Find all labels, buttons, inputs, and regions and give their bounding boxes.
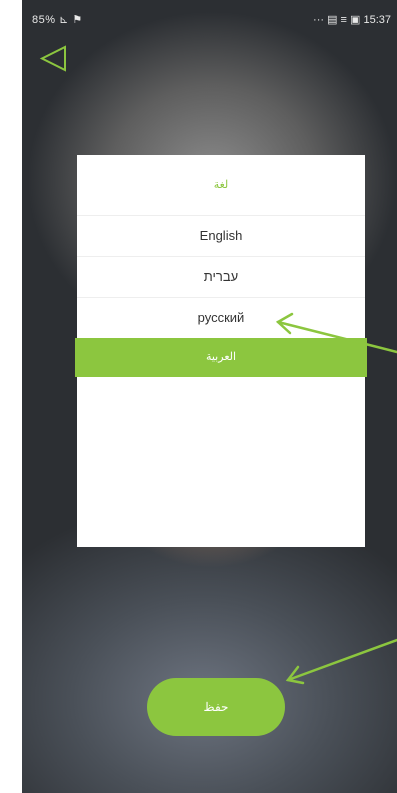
language-option-hebrew[interactable]: עברית bbox=[77, 256, 365, 297]
language-dialog: لغة English עברית русский العربية bbox=[75, 155, 367, 547]
dialog-title: لغة bbox=[213, 179, 229, 191]
language-option-russian[interactable]: русский bbox=[77, 297, 365, 338]
language-option-arabic-selected[interactable]: العربية bbox=[75, 338, 367, 377]
status-left: 85% ⊾ ⚑ bbox=[32, 14, 83, 26]
save-button[interactable]: حفظ bbox=[147, 678, 285, 736]
back-icon[interactable] bbox=[38, 42, 70, 74]
status-right-clock: ··· ▤ ≡ ▣ 15:37 bbox=[313, 14, 391, 26]
language-option-english[interactable]: English bbox=[77, 215, 365, 256]
app-screen: 85% ⊾ ⚑ ··· ▤ ≡ ▣ 15:37 لغة English עברי… bbox=[22, 0, 397, 793]
status-bar: 85% ⊾ ⚑ ··· ▤ ≡ ▣ 15:37 bbox=[22, 0, 397, 36]
